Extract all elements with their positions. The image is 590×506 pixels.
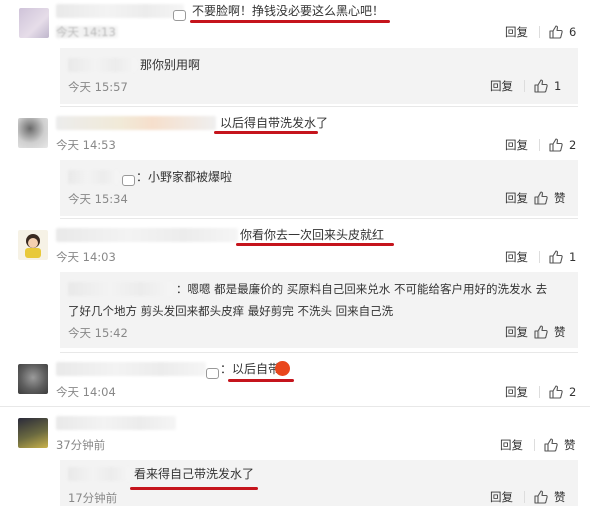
- like-button[interactable]: 6: [549, 24, 576, 40]
- thumbs-up-icon: [534, 191, 548, 205]
- comment-time: 今天 14:03: [56, 250, 116, 264]
- emoji-icon: [204, 363, 221, 382]
- highlight-underline: [130, 487, 258, 490]
- reply-button[interactable]: 回复: [505, 25, 528, 39]
- reply-button[interactable]: 回复: [490, 79, 513, 93]
- thumbs-up-icon: [534, 490, 548, 504]
- reply-text: 那你别用啊: [140, 58, 201, 72]
- comment-text: 你看你去一次回来头皮就红: [240, 228, 385, 242]
- divider-line: [60, 218, 578, 219]
- username-blurred[interactable]: [56, 416, 176, 430]
- like-button[interactable]: 1: [549, 249, 576, 265]
- like-count: 赞: [554, 490, 566, 504]
- reply-button[interactable]: 回复: [505, 325, 528, 339]
- like-count: 2: [569, 385, 577, 399]
- comment-time: 37分钟前: [56, 438, 106, 452]
- divider: [539, 386, 540, 398]
- highlight-underline: [214, 131, 318, 134]
- avatar[interactable]: [18, 418, 48, 448]
- username-blurred[interactable]: [68, 170, 118, 184]
- reply-time: 今天 15:57: [68, 80, 128, 94]
- username-blurred[interactable]: [68, 282, 172, 296]
- emoji-icon: [171, 5, 188, 24]
- thumbs-up-icon: [534, 79, 548, 93]
- username-blurred[interactable]: [68, 467, 130, 481]
- like-count: 赞: [564, 438, 576, 452]
- reply-text: ：小野家都被爆啦: [136, 170, 233, 184]
- thumbs-up-icon: [549, 25, 563, 39]
- reply-text-line2: 了好几个地方 剪头发回来都头皮痒 最好剪完 不洗头 回来自己洗: [68, 304, 394, 318]
- reply-button[interactable]: 回复: [505, 385, 528, 399]
- thumbs-up-icon: [549, 385, 563, 399]
- divider-line: [0, 406, 590, 407]
- username-blurred[interactable]: [56, 4, 184, 18]
- username-blurred[interactable]: [56, 362, 206, 376]
- like-button[interactable]: 赞: [534, 489, 566, 505]
- divider-line: [60, 352, 578, 353]
- divider-line: [60, 106, 578, 107]
- thumbs-up-icon: [549, 138, 563, 152]
- like-count: 1: [554, 79, 562, 93]
- comment-time: 今天 14:53: [56, 138, 116, 152]
- comment-time: 今天 14:13: [56, 25, 116, 39]
- comment-time: 今天 14:04: [56, 385, 116, 399]
- panda-emoji-icon: [120, 170, 137, 189]
- avatar[interactable]: [18, 364, 48, 394]
- like-count: 赞: [554, 325, 566, 339]
- thumbs-up-icon: [549, 250, 563, 264]
- divider: [524, 491, 525, 503]
- comment-text: ：以后自带: [220, 362, 281, 376]
- comment-text: 不要脸啊！挣钱没必要这么黑心吧！: [192, 4, 385, 18]
- like-button[interactable]: 赞: [544, 437, 576, 453]
- reply-button[interactable]: 回复: [500, 438, 523, 452]
- reply-time: 今天 15:42: [68, 326, 128, 340]
- divider: [534, 439, 535, 451]
- angry-face-icon: [275, 361, 290, 376]
- divider: [524, 80, 525, 92]
- like-button[interactable]: 2: [549, 384, 576, 400]
- divider: [539, 139, 540, 151]
- divider: [539, 26, 540, 38]
- avatar[interactable]: [18, 118, 48, 148]
- username-blurred[interactable]: [56, 116, 216, 130]
- reply-text-line1: ：嗯嗯 都是最廉价的 买原料自己回来兑水 不可能给客户用好的洗发水 去: [176, 282, 548, 296]
- comment-text: 以后得自带洗发水了: [220, 116, 329, 130]
- avatar[interactable]: [19, 8, 49, 38]
- like-button[interactable]: 2: [549, 137, 576, 153]
- reply-time: 17分钟前: [68, 491, 118, 505]
- reply-button[interactable]: 回复: [490, 490, 513, 504]
- like-count: 1: [569, 250, 577, 264]
- reply-text: 看来得自己带洗发水了: [134, 467, 255, 481]
- reply-box: [60, 48, 578, 104]
- username-blurred[interactable]: [68, 58, 136, 72]
- username-blurred[interactable]: [56, 228, 238, 242]
- highlight-underline: [228, 379, 294, 382]
- like-count: 6: [569, 25, 577, 39]
- like-count: 2: [569, 138, 577, 152]
- highlight-underline: [190, 20, 390, 23]
- reply-button[interactable]: 回复: [505, 250, 528, 264]
- reply-button[interactable]: 回复: [505, 138, 528, 152]
- highlight-underline: [236, 243, 394, 246]
- reply-button[interactable]: 回复: [505, 191, 528, 205]
- like-button[interactable]: 1: [534, 78, 561, 94]
- like-count: 赞: [554, 191, 566, 205]
- divider: [539, 251, 540, 263]
- like-button[interactable]: 赞: [534, 324, 566, 340]
- like-button[interactable]: 赞: [534, 190, 566, 206]
- avatar[interactable]: [18, 230, 48, 260]
- thumbs-up-icon: [544, 438, 558, 452]
- thumbs-up-icon: [534, 325, 548, 339]
- reply-time: 今天 15:34: [68, 192, 128, 206]
